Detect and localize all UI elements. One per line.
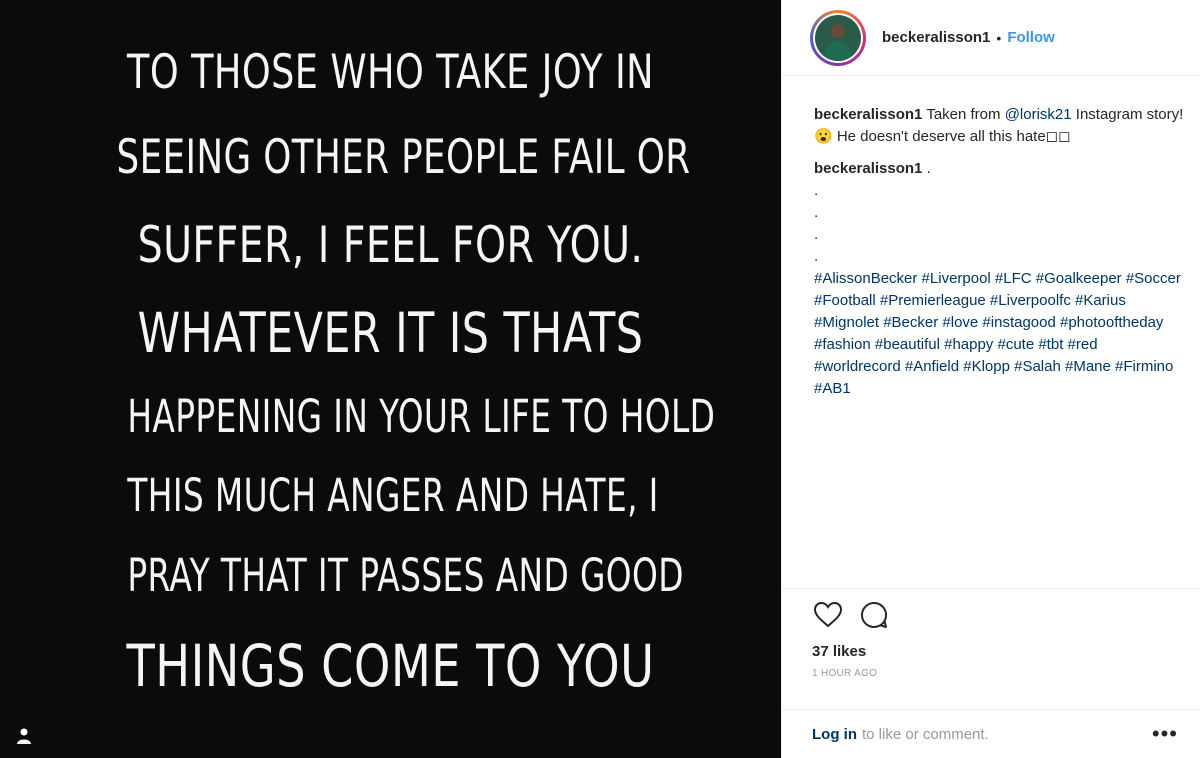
login-prompt: to like or comment. xyxy=(862,725,989,743)
post-actions: 37 likes 1 HOUR AGO xyxy=(782,588,1200,679)
quote-line: SEEING OTHER PEOPLE FAIL OR xyxy=(116,130,691,185)
comments-section: beckeralisson1 Taken from @lorisk21 Inst… xyxy=(782,76,1200,588)
comment-text: . xyxy=(926,160,931,177)
comment-icon[interactable] xyxy=(858,599,890,631)
comment: beckeralisson1 . . . . . #AlissonBecker … xyxy=(814,158,1186,400)
login-link[interactable]: Log in xyxy=(812,726,857,743)
quote-line: WHATEVER IT IS THATS xyxy=(137,301,644,365)
instagram-post: TO THOSE WHO TAKE JOY IN SEEING OTHER PE… xyxy=(0,0,1200,758)
quote-line: TO THOSE WHO TAKE JOY IN xyxy=(127,45,654,100)
comment-dot: . xyxy=(814,204,819,221)
comment-username[interactable]: beckeralisson1 xyxy=(814,160,922,177)
avatar[interactable] xyxy=(810,9,866,66)
timestamp[interactable]: 1 HOUR AGO xyxy=(812,668,1200,679)
post-footer: Log in to like or comment. ••• xyxy=(782,709,1200,758)
quote-line: THINGS COME TO YOU xyxy=(126,632,655,700)
caption: beckeralisson1 Taken from @lorisk21 Inst… xyxy=(814,104,1186,148)
quote-text: TO THOSE WHO TAKE JOY IN SEEING OTHER PE… xyxy=(30,32,751,716)
comment-dot: . xyxy=(814,248,819,265)
follow-button[interactable]: Follow xyxy=(1007,29,1055,46)
post-image[interactable]: TO THOSE WHO TAKE JOY IN SEEING OTHER PE… xyxy=(0,0,781,758)
post-header: beckeralisson1 • Follow xyxy=(782,0,1200,76)
username-link[interactable]: beckeralisson1 xyxy=(882,29,990,46)
caption-username[interactable]: beckeralisson1 xyxy=(814,106,922,123)
comment-dot: . xyxy=(814,226,819,243)
quote-line: HAPPENING IN YOUR LIFE TO HOLD xyxy=(127,390,716,443)
avatar-image xyxy=(815,14,861,61)
quote-line: SUFFER, I FEEL FOR YOU. xyxy=(137,216,644,274)
caption-text: Taken from xyxy=(926,106,1001,123)
likes-count[interactable]: 37 likes xyxy=(812,643,1200,660)
person-tag-icon[interactable] xyxy=(14,726,34,746)
post-sidebar: beckeralisson1 • Follow beckeralisson1 T… xyxy=(781,0,1200,758)
hashtags[interactable]: #AlissonBecker #Liverpool #LFC #Goalkeep… xyxy=(814,268,1186,400)
comment-dot: . xyxy=(814,182,819,199)
quote-line: THIS MUCH ANGER AND HATE, I xyxy=(127,469,659,522)
more-options-icon[interactable]: ••• xyxy=(1152,723,1178,745)
caption-mention[interactable]: @lorisk21 xyxy=(1005,106,1072,123)
separator-dot: • xyxy=(996,29,1002,46)
heart-icon[interactable] xyxy=(812,599,844,631)
quote-line: PRAY THAT IT PASSES AND GOOD xyxy=(127,549,684,602)
